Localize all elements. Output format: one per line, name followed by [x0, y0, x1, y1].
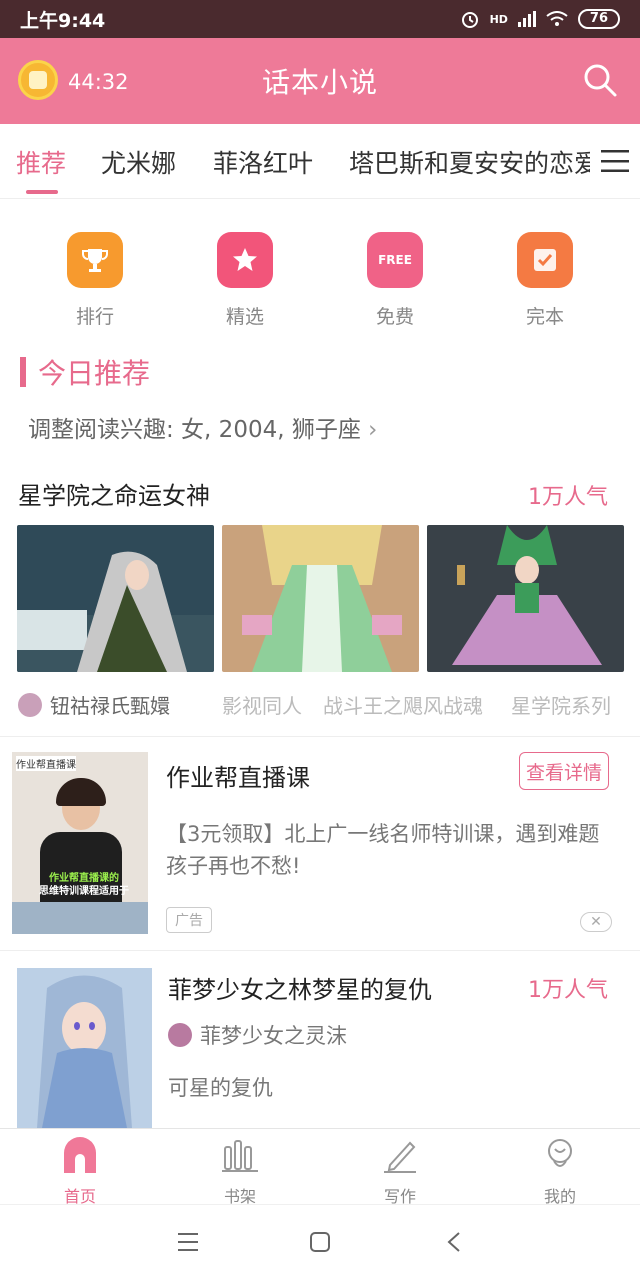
quick-rank-label: 排行	[75, 306, 114, 328]
book-title[interactable]: 星学院之命运女神	[18, 476, 210, 511]
author-name: 钮祜禄氏甄嬛	[50, 694, 170, 718]
tab-write[interactable]: 写作	[350, 1137, 450, 1207]
quick-free[interactable]: FREE 免费	[345, 232, 445, 329]
tab-yumina[interactable]: 尤米娜	[101, 144, 176, 180]
close-icon[interactable]: ✕	[580, 912, 612, 932]
reading-timer: 44:32	[68, 70, 129, 94]
system-nav-bar	[0, 1204, 640, 1281]
author-name: 菲梦少女之灵沫	[200, 1024, 347, 1048]
quick-complete-label: 完本	[525, 306, 564, 328]
book-tag[interactable]: 战斗王之飓风战魂	[323, 690, 483, 719]
quick-free-label: 免费	[375, 306, 414, 328]
quick-complete[interactable]: 完本	[495, 232, 595, 329]
book-cover-image[interactable]	[17, 968, 152, 1128]
free-icon: FREE	[367, 232, 423, 288]
ad-description[interactable]: 【3元领取】北上广一线名师特训课，遇到难题孩子再也不愁!	[166, 818, 616, 882]
section-title-text: 今日推荐	[38, 357, 151, 390]
status-time: 上午9:44	[20, 9, 106, 32]
home-button-icon[interactable]	[310, 1232, 330, 1252]
book-tags-row: 钮祜禄氏甄嬛 影视同人 战斗王之飓风战魂 星学院系列	[18, 690, 628, 720]
free-icon-text: FREE	[378, 253, 412, 267]
chevron-right-icon: ›	[368, 417, 378, 443]
check-icon	[517, 232, 573, 288]
wifi-icon	[546, 11, 568, 26]
section-accent-bar	[20, 357, 26, 387]
app-header: 44:32 话本小说	[0, 38, 640, 124]
battery-indicator: 76	[577, 9, 620, 29]
category-tabs: 推荐 尤米娜 菲洛红叶 塔巴斯和夏安安的恋爱	[0, 124, 640, 199]
quick-rank[interactable]: 排行	[45, 232, 145, 329]
book-cover-image[interactable]	[427, 525, 624, 672]
popularity-label: 1万人气	[528, 485, 608, 510]
reading-interest-text: 调整阅读兴趣: 女, 2004, 狮子座	[28, 417, 361, 443]
tab-bookshelf[interactable]: 书架	[190, 1137, 290, 1207]
quick-featured-label: 精选	[225, 306, 264, 328]
author-avatar	[168, 1023, 192, 1047]
ad-image-label: 作业帮直播课	[16, 756, 76, 771]
network-label: HD	[489, 12, 508, 26]
app-title: 话本小说	[261, 66, 378, 99]
divider	[0, 950, 640, 951]
star-icon	[217, 232, 273, 288]
popularity-label: 1万人气	[528, 978, 608, 1003]
tab-home[interactable]: 首页	[30, 1137, 130, 1207]
bottom-tab-bar: 首页 书架 写作 我的	[0, 1128, 640, 1207]
ad-image-caption: 思维特训课程适用于	[39, 886, 129, 897]
quick-featured[interactable]: 精选	[195, 232, 295, 329]
signal-icon	[517, 11, 536, 27]
book-author[interactable]: 菲梦少女之灵沫	[168, 1020, 347, 1050]
view-details-button[interactable]: 查看详情	[519, 752, 609, 790]
bookshelf-icon	[222, 1140, 258, 1172]
coin-timer-icon[interactable]	[18, 60, 58, 100]
menu-icon	[601, 150, 629, 172]
tab-tabasi[interactable]: 塔巴斯和夏安安的恋爱	[349, 144, 599, 180]
book-cover-image[interactable]	[222, 525, 419, 672]
book-author[interactable]: 钮祜禄氏甄嬛	[18, 690, 170, 719]
author-avatar	[18, 692, 42, 717]
section-title: 今日推荐	[20, 352, 150, 392]
recent-apps-icon[interactable]	[178, 1233, 198, 1251]
home-icon	[64, 1137, 96, 1173]
status-bar: 上午9:44 HD 76	[0, 0, 640, 38]
status-icons: HD 76	[460, 9, 620, 29]
alarm-icon	[461, 12, 478, 28]
book-tag[interactable]: 星学院系列	[511, 690, 611, 719]
tab-profile[interactable]: 我的	[510, 1137, 610, 1207]
ad-title[interactable]: 作业帮直播课	[166, 758, 310, 793]
back-icon[interactable]	[447, 1232, 461, 1252]
ad-image[interactable]: 作业帮直播课 作业帮直播课的 思维特训课程适用于	[12, 752, 148, 934]
active-tab-indicator	[26, 190, 58, 194]
divider	[0, 736, 640, 737]
book-title[interactable]: 菲梦少女之林梦星的复仇	[168, 970, 432, 1005]
quick-entries: 排行 精选 FREE 免费 完本	[0, 232, 640, 332]
tab-recommend[interactable]: 推荐	[16, 144, 66, 180]
search-icon[interactable]	[582, 62, 618, 98]
ad-badge: 广告	[166, 907, 212, 933]
tab-feiluo[interactable]: 菲洛红叶	[213, 144, 313, 180]
book-description: 可星的复仇	[168, 1076, 273, 1100]
profile-icon	[548, 1139, 572, 1167]
trophy-icon	[67, 232, 123, 288]
pen-icon	[384, 1141, 416, 1173]
book-tag[interactable]: 影视同人	[222, 690, 302, 719]
ad-image-caption: 作业帮直播课的	[49, 873, 119, 884]
book-cover-image[interactable]	[17, 525, 214, 672]
more-tabs-button[interactable]	[590, 124, 640, 198]
reading-interest-link[interactable]: 调整阅读兴趣: 女, 2004, 狮子座 ›	[28, 410, 377, 444]
